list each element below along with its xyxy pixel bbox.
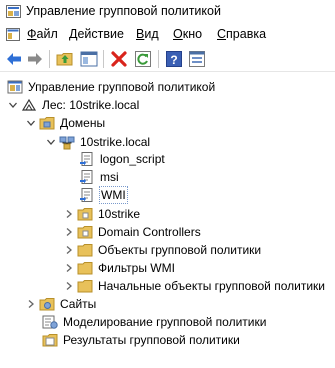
menu-help[interactable]: Справка bbox=[217, 27, 266, 41]
tree-node-ou[interactable]: 10strike bbox=[64, 205, 141, 223]
modeling-icon bbox=[42, 315, 58, 329]
tree-label: Объекты групповой политики bbox=[98, 243, 262, 257]
toolbar-separator bbox=[158, 50, 159, 68]
tree-label: Лес: 10strike.local bbox=[42, 98, 140, 112]
up-folder-icon[interactable] bbox=[56, 50, 74, 68]
domain-icon bbox=[59, 136, 75, 150]
expand-chevron-icon[interactable] bbox=[26, 299, 36, 309]
menu-file[interactable]: Файл bbox=[27, 27, 58, 41]
forward-arrow-icon[interactable] bbox=[26, 50, 44, 68]
tree-node-gpo-link-selected[interactable]: WMI bbox=[79, 186, 128, 204]
tree-label: 10strike.local bbox=[80, 135, 151, 149]
tree-node-domains[interactable]: Домены bbox=[26, 114, 106, 132]
tree-node-root[interactable]: Управление групповой политикой bbox=[7, 78, 216, 96]
tree-node-ou[interactable]: Domain Controllers bbox=[64, 223, 202, 241]
gpo-link-icon bbox=[80, 170, 93, 184]
tree-label: Domain Controllers bbox=[98, 225, 201, 239]
tree-label: Результаты групповой политики bbox=[63, 333, 240, 347]
title-bar: Управление групповой политикой bbox=[0, 0, 335, 24]
tree-node-forest[interactable]: Лес: 10strike.local bbox=[8, 96, 140, 114]
ou-folder-icon bbox=[77, 226, 93, 239]
tree-label: 10strike bbox=[98, 207, 141, 221]
gpmc-root-icon bbox=[7, 80, 23, 94]
tree-node-gpo-link[interactable]: msi bbox=[79, 168, 120, 186]
results-icon bbox=[42, 334, 58, 347]
tree-node-modeling[interactable]: Моделирование групповой политики bbox=[42, 313, 267, 331]
tree-node-gpo-container[interactable]: Объекты групповой политики bbox=[64, 241, 262, 259]
tree-label-selected: WMI bbox=[99, 186, 128, 204]
gpmc-app-icon bbox=[6, 5, 21, 18]
ou-folder-icon bbox=[77, 208, 93, 221]
expand-chevron-icon[interactable] bbox=[64, 245, 74, 255]
gpo-link-icon bbox=[80, 152, 93, 166]
window-title: Управление групповой политикой bbox=[26, 4, 221, 18]
refresh-icon[interactable] bbox=[134, 50, 152, 68]
help-icon[interactable]: ? bbox=[165, 50, 183, 68]
forest-icon bbox=[21, 98, 37, 111]
tree-label: Управление групповой политикой bbox=[28, 80, 216, 94]
collapse-chevron-icon[interactable] bbox=[26, 118, 36, 128]
menu-window[interactable]: Окно bbox=[173, 27, 202, 41]
tree-label: Сайты bbox=[60, 297, 97, 311]
tree-node-domain[interactable]: 10strike.local bbox=[46, 133, 151, 151]
folder-icon bbox=[77, 262, 93, 275]
tree-node-gpo-link[interactable]: logon_script bbox=[79, 150, 166, 168]
collapse-chevron-icon[interactable] bbox=[46, 137, 56, 147]
tree-node-starter-gpos[interactable]: Начальные объекты групповой политики bbox=[64, 277, 326, 295]
console-tree: Управление групповой политикой Лес: 10st… bbox=[0, 74, 335, 368]
gpo-link-icon bbox=[80, 188, 93, 202]
toolbar-separator bbox=[49, 50, 50, 68]
menu-view[interactable]: Вид bbox=[136, 27, 159, 41]
domains-folder-icon bbox=[39, 117, 55, 130]
tree-label: logon_script bbox=[100, 152, 165, 166]
tree-label: msi bbox=[100, 170, 119, 184]
folder-icon bbox=[77, 280, 93, 293]
tree-node-wmi-filters[interactable]: Фильтры WMI bbox=[64, 259, 176, 277]
delete-icon[interactable] bbox=[110, 50, 128, 68]
svg-text:?: ? bbox=[170, 53, 177, 67]
menu-bar: Файл Действие Вид Окно Справка bbox=[0, 25, 335, 45]
show-hide-console-tree-icon[interactable] bbox=[80, 50, 98, 68]
expand-chevron-icon[interactable] bbox=[64, 227, 74, 237]
tree-label: Моделирование групповой политики bbox=[63, 315, 267, 329]
expand-chevron-icon[interactable] bbox=[64, 263, 74, 273]
tree-label: Фильтры WMI bbox=[98, 261, 175, 275]
toolbar-separator bbox=[103, 50, 104, 68]
properties-icon[interactable] bbox=[188, 50, 206, 68]
tree-label: Домены bbox=[60, 116, 106, 130]
menu-action[interactable]: Действие bbox=[69, 27, 124, 41]
toolbar: ? bbox=[0, 46, 335, 72]
tree-node-sites[interactable]: Сайты bbox=[26, 295, 97, 313]
expand-chevron-icon[interactable] bbox=[64, 281, 74, 291]
back-arrow-icon[interactable] bbox=[5, 50, 23, 68]
tree-label: Начальные объекты групповой политики bbox=[98, 279, 325, 293]
collapse-chevron-icon[interactable] bbox=[8, 100, 18, 110]
expand-chevron-icon[interactable] bbox=[64, 209, 74, 219]
window-menu-icon[interactable] bbox=[6, 28, 20, 41]
tree-node-results[interactable]: Результаты групповой политики bbox=[42, 331, 241, 349]
folder-icon bbox=[77, 244, 93, 257]
sites-folder-icon bbox=[39, 298, 55, 311]
